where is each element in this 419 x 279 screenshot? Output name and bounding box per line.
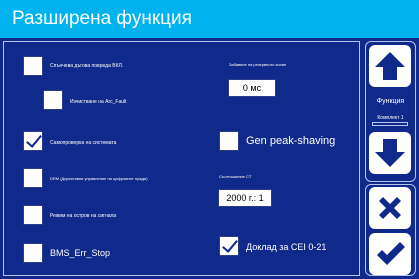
gen-peak-shaving-checkbox[interactable] (219, 131, 239, 151)
clear-arc-fault-checkbox[interactable] (43, 90, 63, 110)
arrow-down-icon[interactable] (369, 132, 411, 174)
system-selfcheck-label: Самопроверка на системата (50, 140, 117, 146)
spark-detection-label: Спънчева дъгова повреда ВКЛ. (50, 63, 124, 69)
arrow-up-icon[interactable] (369, 45, 411, 87)
cei-report-checkbox[interactable] (219, 236, 239, 256)
drm-label: DRM (Директивни управление на цифровите … (50, 176, 148, 181)
delay-value-field[interactable]: 0 мс (228, 79, 276, 97)
signal-island-label: Режим на остров на сигнала (50, 213, 117, 219)
check-icon[interactable] (369, 233, 411, 275)
set-label: Комплект 1 (377, 115, 404, 121)
title-bar: Разширена функция (0, 0, 419, 38)
clear-arc-fault-label: Изчистване на Arc_Fault (70, 99, 127, 105)
page-indicator (372, 122, 408, 126)
function-label: Функция (376, 98, 405, 105)
ct-ratio-label: Съотношение CT (219, 174, 252, 179)
bms-err-stop-checkbox[interactable] (23, 243, 43, 263)
close-icon[interactable] (369, 187, 411, 229)
advanced-function-screen: Разширена функция Спънчева дъгова повред… (0, 0, 419, 279)
cei-report-label: Доклад за CEI 0-21 (246, 242, 327, 252)
bms-err-stop-label: BMS_Err_Stop (50, 248, 111, 258)
signal-island-checkbox[interactable] (23, 205, 43, 225)
spark-detection-checkbox[interactable] (23, 56, 43, 76)
delay-label: Забавяне на резервното копие (229, 62, 287, 67)
page-title: Разширена функция (12, 8, 192, 29)
options-panel (3, 41, 360, 276)
drm-checkbox[interactable] (23, 168, 43, 188)
ct-ratio-value-field[interactable]: 2000 г.: 1 (218, 189, 272, 207)
system-selfcheck-checkbox[interactable] (23, 131, 43, 151)
gen-peak-shaving-label: Gen peak-shaving (246, 135, 336, 147)
